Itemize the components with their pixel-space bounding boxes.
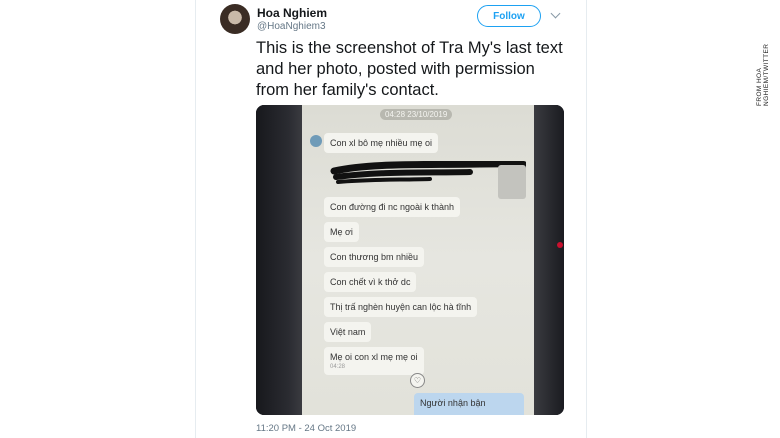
tweet-card: Hoa Nghiem @HoaNghiem3 Follow This is th… <box>195 0 587 438</box>
message-bubble: Con đường đi nc ngoài k thành <box>324 197 461 217</box>
message-bubble: Con thương bm nhiều <box>324 247 424 267</box>
heart-icon[interactable]: ♡ <box>410 373 425 388</box>
message-time: 04:28 <box>330 364 346 370</box>
message-bubble: Mẹ oi con xl mẹ mẹ oi 04:28 <box>324 347 424 375</box>
photo-credit: FROM HOA NGHIEM/TWITTER <box>756 43 770 106</box>
chevron-down-icon[interactable] <box>550 8 561 19</box>
message-bubble: Con chết vì k thở dc <box>324 272 417 292</box>
message-bubble: Con xl bô mẹ nhiều mẹ oi <box>324 133 439 153</box>
avatar[interactable] <box>220 4 250 34</box>
date-stamp: 04:28 23/10/2019 <box>380 109 453 120</box>
phone-screen: 04:28 23/10/2019 Con xl bô mẹ nhiều mẹ o… <box>302 105 534 415</box>
tweet-photo[interactable]: 04:28 23/10/2019 Con xl bô mẹ nhiều mẹ o… <box>256 105 564 415</box>
reply-bubble: Người nhận bận <box>414 393 524 415</box>
message-bubble: Thị trấ nghèn huyện can lộc hà tĩnh <box>324 297 478 317</box>
follow-button[interactable]: Follow <box>477 5 541 27</box>
display-name[interactable]: Hoa Nghiem <box>257 6 327 20</box>
message-bubble: Việt nam <box>324 322 372 342</box>
red-dot <box>557 242 563 248</box>
phone-frame-left <box>256 105 302 415</box>
message-bubble: Mẹ ơi <box>324 222 359 242</box>
phone-frame-right <box>534 105 564 415</box>
tweet-timestamp[interactable]: 11:20 PM - 24 Oct 2019 <box>256 423 356 434</box>
redaction-scribble <box>330 161 526 184</box>
tweet-text: This is the screenshot of Tra My's last … <box>256 39 563 99</box>
chat-avatar <box>310 135 322 147</box>
message-text: Mẹ oi con xl mẹ mẹ oi <box>330 352 418 362</box>
user-handle[interactable]: @HoaNghiem3 <box>257 21 326 32</box>
photo-thumbnail <box>498 165 526 199</box>
